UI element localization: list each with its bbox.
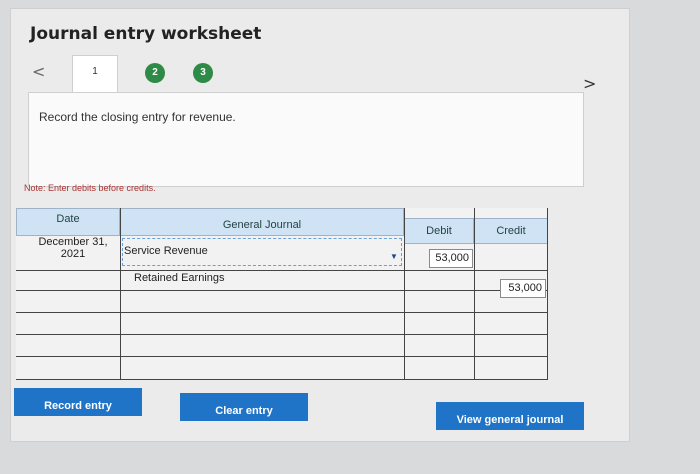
note-text: Note: Enter debits before credits.	[24, 183, 156, 193]
instruction-box: Record the closing entry for revenue.	[28, 92, 584, 187]
header-general-journal: General Journal	[120, 208, 404, 236]
step-label-1: 1	[92, 66, 98, 77]
dropdown-arrow-icon[interactable]: ▼	[390, 252, 398, 261]
instruction-text: Record the closing entry for revenue.	[39, 110, 236, 124]
debit-input-1[interactable]: 53,000	[429, 249, 473, 268]
prev-step-button[interactable]: <	[32, 62, 45, 81]
header-debit: Debit	[404, 218, 474, 244]
step-3-circle[interactable]: 3	[193, 63, 213, 83]
header-date: Date	[16, 208, 120, 236]
header-credit: Credit	[474, 218, 548, 244]
record-entry-button[interactable]: Record entry	[14, 388, 142, 416]
view-general-journal-button[interactable]: View general journal	[436, 402, 584, 430]
credit-input-2[interactable]: 53,000	[500, 279, 546, 298]
step-2-circle[interactable]: 2	[145, 63, 165, 83]
clear-entry-button[interactable]: Clear entry	[180, 393, 308, 421]
table-row-date[interactable]: December 31, 2021	[28, 236, 118, 260]
account-name-2[interactable]: Retained Earnings	[134, 272, 225, 284]
page-title: Journal entry worksheet	[30, 24, 262, 44]
account-name-1: Service Revenue	[124, 245, 208, 257]
step-tab-1[interactable]: 1	[72, 55, 118, 93]
next-step-button[interactable]: >	[583, 74, 596, 93]
journal-table: Date General Journal Debit Credit Decemb…	[16, 208, 548, 380]
